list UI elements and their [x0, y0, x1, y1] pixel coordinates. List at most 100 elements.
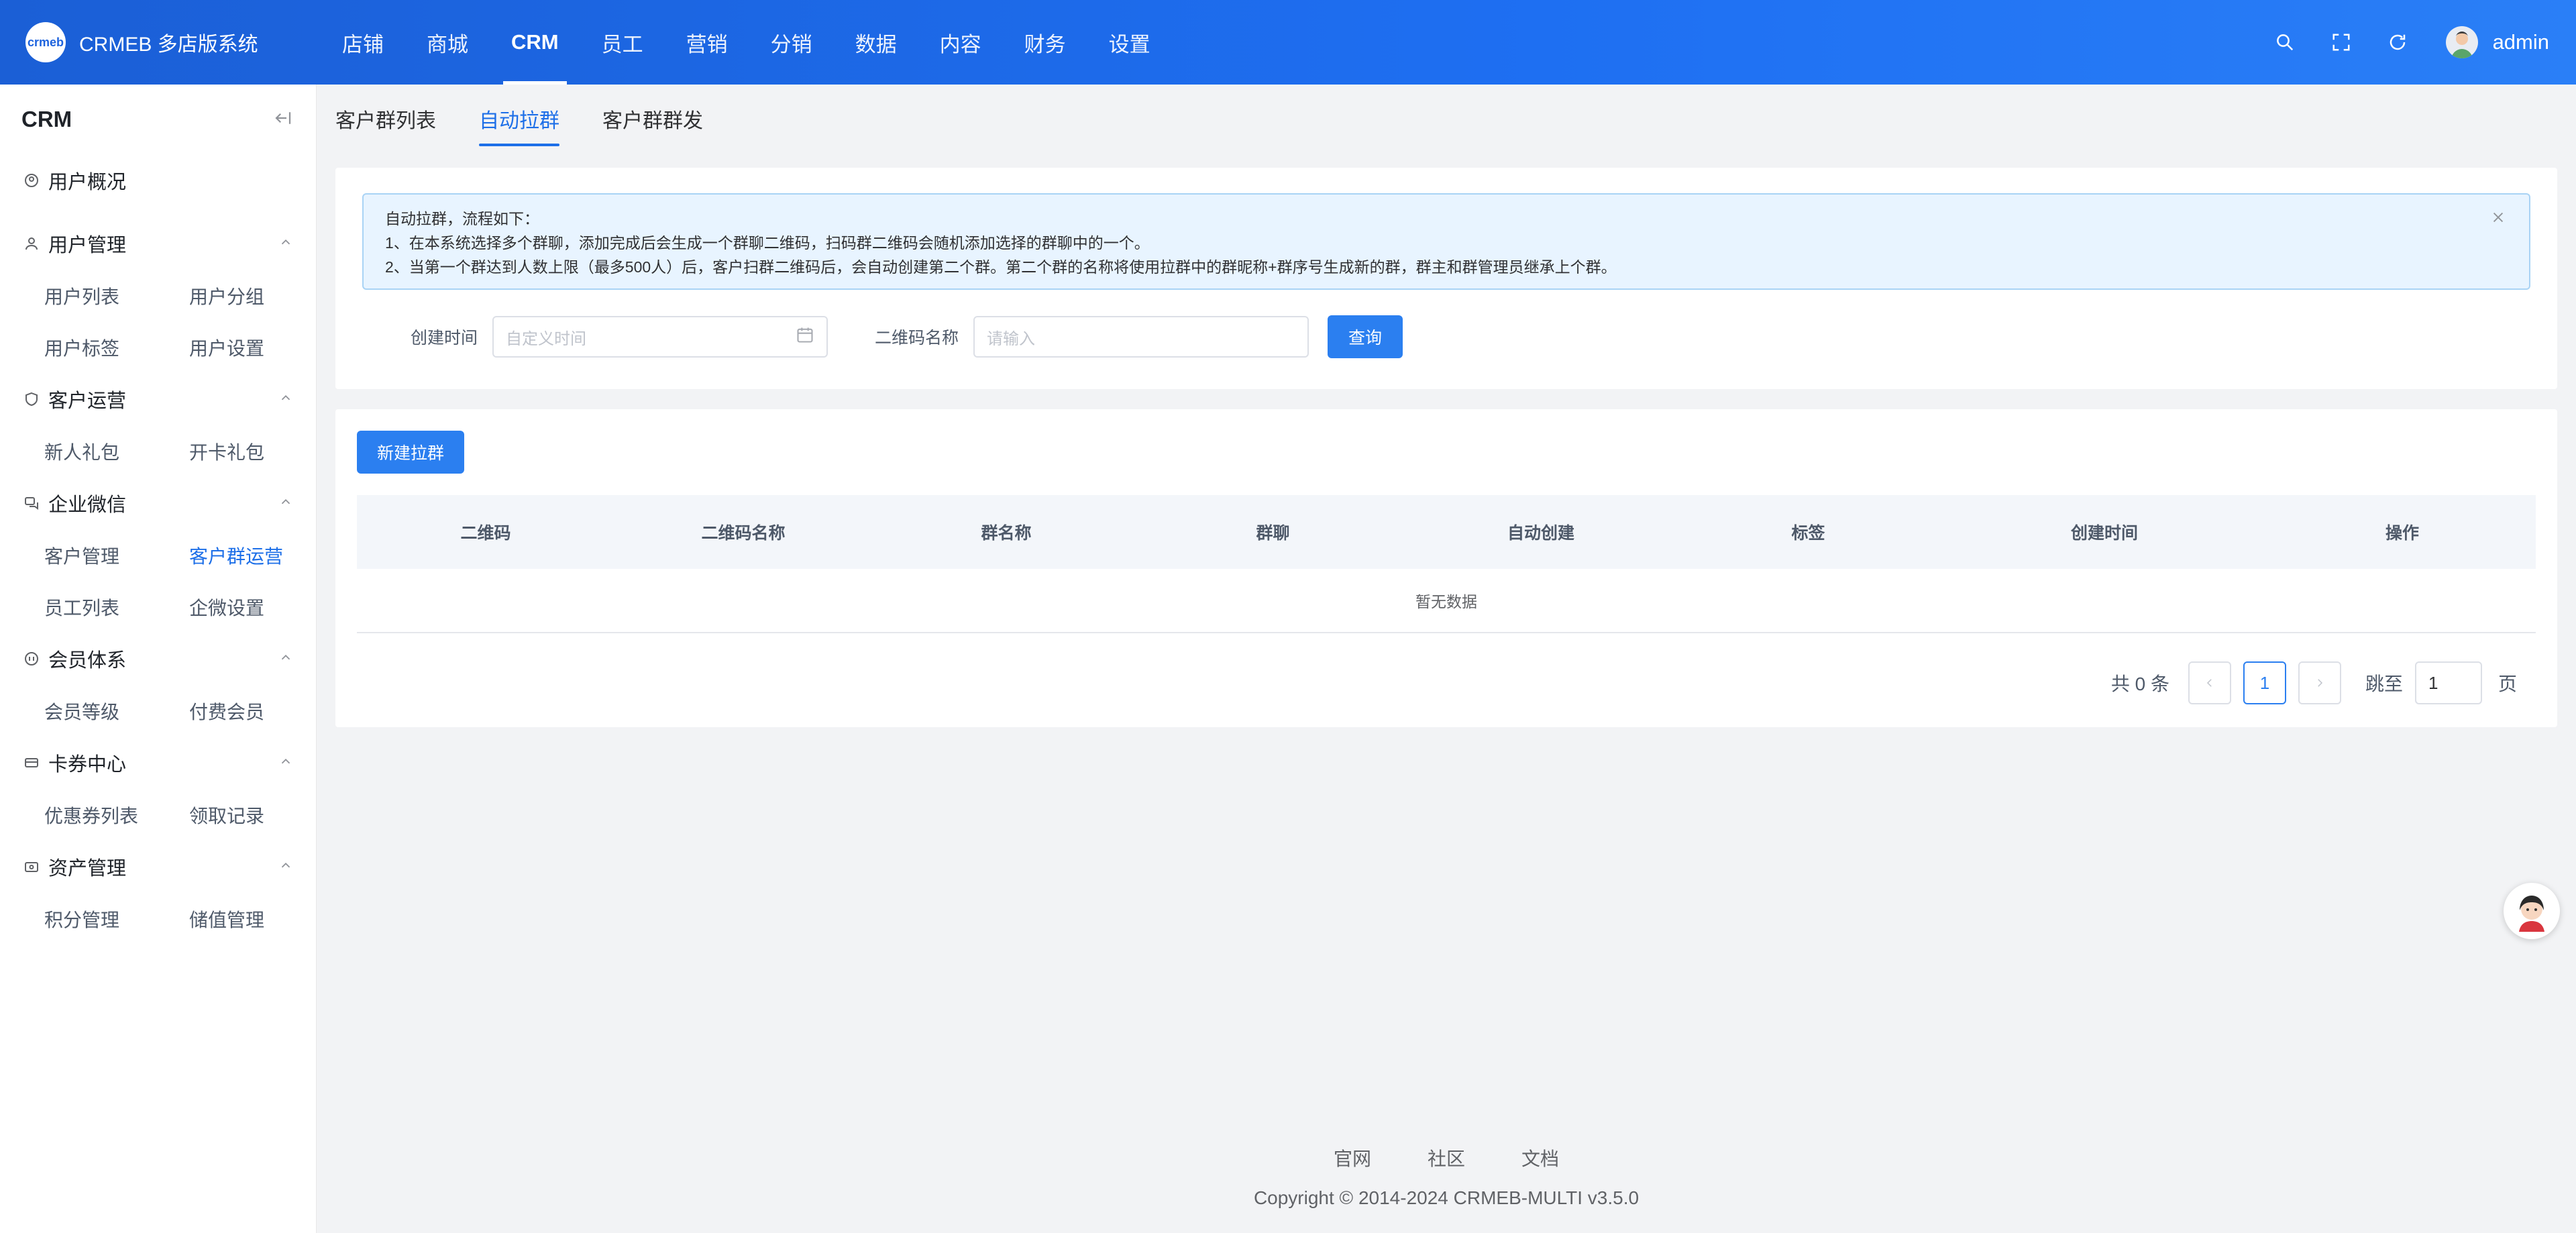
user-icon [23, 235, 40, 252]
filter-card: 自动拉群，流程如下： 1、在本系统选择多个群聊，添加完成后会生成一个群聊二维码，… [335, 168, 2557, 389]
topnav-item-data[interactable]: 数据 [834, 0, 918, 85]
sidebar-item-claim-records[interactable]: 领取记录 [189, 789, 334, 841]
sidebar-item-coupon-list[interactable]: 优惠券列表 [44, 789, 189, 841]
refresh-icon[interactable] [2369, 22, 2426, 62]
date-range-input[interactable]: 自定义时间 [492, 316, 828, 358]
sidebar-item-new-gift[interactable]: 新人礼包 [44, 425, 189, 477]
wallet-icon [23, 858, 40, 875]
overview-icon [23, 172, 40, 189]
date-placeholder: 自定义时间 [506, 329, 587, 348]
tab-group-broadcast[interactable]: 客户群群发 [602, 89, 703, 149]
sidebar-group-coupons: 卡券中心 优惠券列表 领取记录 [0, 737, 316, 841]
main-content: 客户群列表 自动拉群 客户群群发 自动拉群，流程如下： 1、在本系统选择多个群聊… [317, 85, 2576, 1233]
sidebar-item-member-level[interactable]: 会员等级 [44, 685, 189, 737]
sidebar-item-customer-management[interactable]: 客户管理 [44, 529, 189, 581]
topnav-item-distribution[interactable]: 分销 [749, 0, 834, 85]
next-page-button[interactable] [2298, 661, 2341, 704]
page-number[interactable]: 1 [2243, 661, 2286, 704]
sidebar-group-customer-ops: 客户运营 新人礼包 开卡礼包 [0, 373, 316, 477]
sidebar-item-user-list[interactable]: 用户列表 [44, 270, 189, 321]
card-icon [23, 754, 40, 771]
sidebar-group-title[interactable]: 卡券中心 [0, 737, 316, 789]
collapse-sidebar-icon[interactable] [273, 108, 293, 131]
copyright: Copyright © 2014-2024 CRMEB-MULTI v3.5.0 [1253, 1187, 1640, 1208]
tab-group-list[interactable]: 客户群列表 [335, 89, 436, 149]
topnav-item-staff[interactable]: 员工 [580, 0, 665, 85]
sidebar-item-wecom-settings[interactable]: 企微设置 [189, 581, 334, 633]
sidebar-group-title[interactable]: 企业微信 [0, 477, 316, 529]
sidebar-group-label: 企业微信 [48, 494, 127, 516]
sidebar-header: CRM [0, 85, 316, 154]
tab-auto-invite[interactable]: 自动拉群 [479, 89, 559, 149]
topnav-item-crm[interactable]: CRM [490, 0, 580, 85]
sidebar-item-card-gift[interactable]: 开卡礼包 [189, 425, 334, 477]
sidebar-group-title[interactable]: 会员体系 [0, 633, 316, 685]
list-card: 新建拉群 二维码 二维码名称 群名称 群聊 自动创建 标签 创建时间 操作 暂无… [335, 409, 2557, 727]
sidebar-item-user-tag[interactable]: 用户标签 [44, 321, 189, 373]
sidebar-item-staff-list[interactable]: 员工列表 [44, 581, 189, 633]
pagination: 共 0 条 1 跳至 1 页 [2111, 661, 2517, 704]
query-button[interactable]: 查询 [1328, 315, 1403, 358]
qrcode-name-input[interactable]: 请输入 [973, 316, 1309, 358]
chat-icon [23, 494, 40, 512]
sidebar-item-group-operation[interactable]: 客户群运营 [189, 529, 334, 581]
sidebar-item-points[interactable]: 积分管理 [44, 893, 189, 945]
close-icon[interactable] [2486, 205, 2510, 229]
sidebar-group-label: 客户运营 [48, 390, 127, 412]
chevron-up-icon [278, 388, 293, 411]
sidebar-group-user-management: 用户管理 用户列表 用户分组 用户标签 用户设置 [0, 217, 316, 373]
footer-link-docs[interactable]: 文档 [1521, 1144, 1559, 1171]
chevron-up-icon [278, 233, 293, 255]
sidebar-group-title[interactable]: 资产管理 [0, 841, 316, 893]
new-auto-invite-button[interactable]: 新建拉群 [357, 431, 464, 474]
page-suffix: 页 [2498, 674, 2517, 694]
chevron-up-icon [278, 752, 293, 774]
footer-link-community[interactable]: 社区 [1428, 1144, 1465, 1171]
sidebar-item-overview-label: 用户概况 [48, 172, 127, 193]
sidebar-item-user-group[interactable]: 用户分组 [189, 270, 334, 321]
sidebar-item-stored-value[interactable]: 储值管理 [189, 893, 334, 945]
data-table: 二维码 二维码名称 群名称 群聊 自动创建 标签 创建时间 操作 暂无数据 [357, 495, 2536, 633]
app-title: CRMEB 多店版系统 [79, 34, 258, 56]
topnav-item-settings[interactable]: 设置 [1087, 0, 1172, 85]
footer-link-official-site[interactable]: 官网 [1334, 1144, 1371, 1171]
chevron-up-icon [278, 856, 293, 878]
avatar[interactable] [2445, 26, 2478, 58]
qrcode-name-label: 二维码名称 [875, 329, 959, 347]
chevron-up-icon [278, 492, 293, 515]
sidebar-item-paid-member[interactable]: 付费会员 [189, 685, 334, 737]
search-icon[interactable] [2257, 22, 2313, 62]
prev-page-button[interactable] [2188, 661, 2231, 704]
topnav-item-finance[interactable]: 财务 [1003, 0, 1087, 85]
sidebar-group-title[interactable]: 客户运营 [0, 373, 316, 425]
column-header: 自动创建 [1507, 524, 1574, 543]
qrcode-name-placeholder: 请输入 [987, 329, 1036, 348]
column-header: 二维码 [460, 524, 511, 543]
shield-icon [23, 390, 40, 408]
top-nav: 店铺 商城 CRM 员工 营销 分销 数据 内容 财务 设置 [321, 0, 1172, 85]
total-count: 共 0 条 [2110, 674, 2169, 694]
app-logo[interactable]: crmeb CRMEB 多店版系统 [25, 22, 321, 62]
sidebar-group-label: 资产管理 [48, 858, 127, 879]
topnav-item-content[interactable]: 内容 [918, 0, 1003, 85]
sidebar-group-title[interactable]: 用户管理 [0, 217, 316, 270]
sidebar-group-assets: 资产管理 积分管理 储值管理 [0, 841, 316, 945]
sidebar-title: CRM [21, 107, 72, 131]
user-name[interactable]: admin [2493, 30, 2549, 54]
empty-state: 暂无数据 [357, 569, 2536, 633]
jump-page-input[interactable]: 1 [2414, 661, 2482, 704]
sidebar-item-user-settings[interactable]: 用户设置 [189, 321, 334, 373]
top-header: crmeb CRMEB 多店版系统 店铺 商城 CRM 员工 营销 分销 数据 … [0, 0, 2576, 85]
fullscreen-icon[interactable] [2313, 22, 2369, 62]
sidebar-item-overview[interactable]: 用户概况 [0, 154, 316, 207]
sidebar: CRM 用户概况 用户管理 用户列表 用户分组 用户标签 用户设置 客户运营 新… [0, 85, 317, 1233]
header-actions: admin [2257, 22, 2549, 62]
sidebar-group-membership: 会员体系 会员等级 付费会员 [0, 633, 316, 737]
topnav-item-mall[interactable]: 商城 [405, 0, 490, 85]
topnav-item-store[interactable]: 店铺 [321, 0, 405, 85]
column-header: 操作 [2385, 524, 2419, 543]
chevron-up-icon [278, 648, 293, 670]
column-header: 标签 [1791, 524, 1825, 543]
topnav-item-marketing[interactable]: 营销 [665, 0, 749, 85]
customer-service-avatar-icon[interactable] [2504, 883, 2560, 939]
